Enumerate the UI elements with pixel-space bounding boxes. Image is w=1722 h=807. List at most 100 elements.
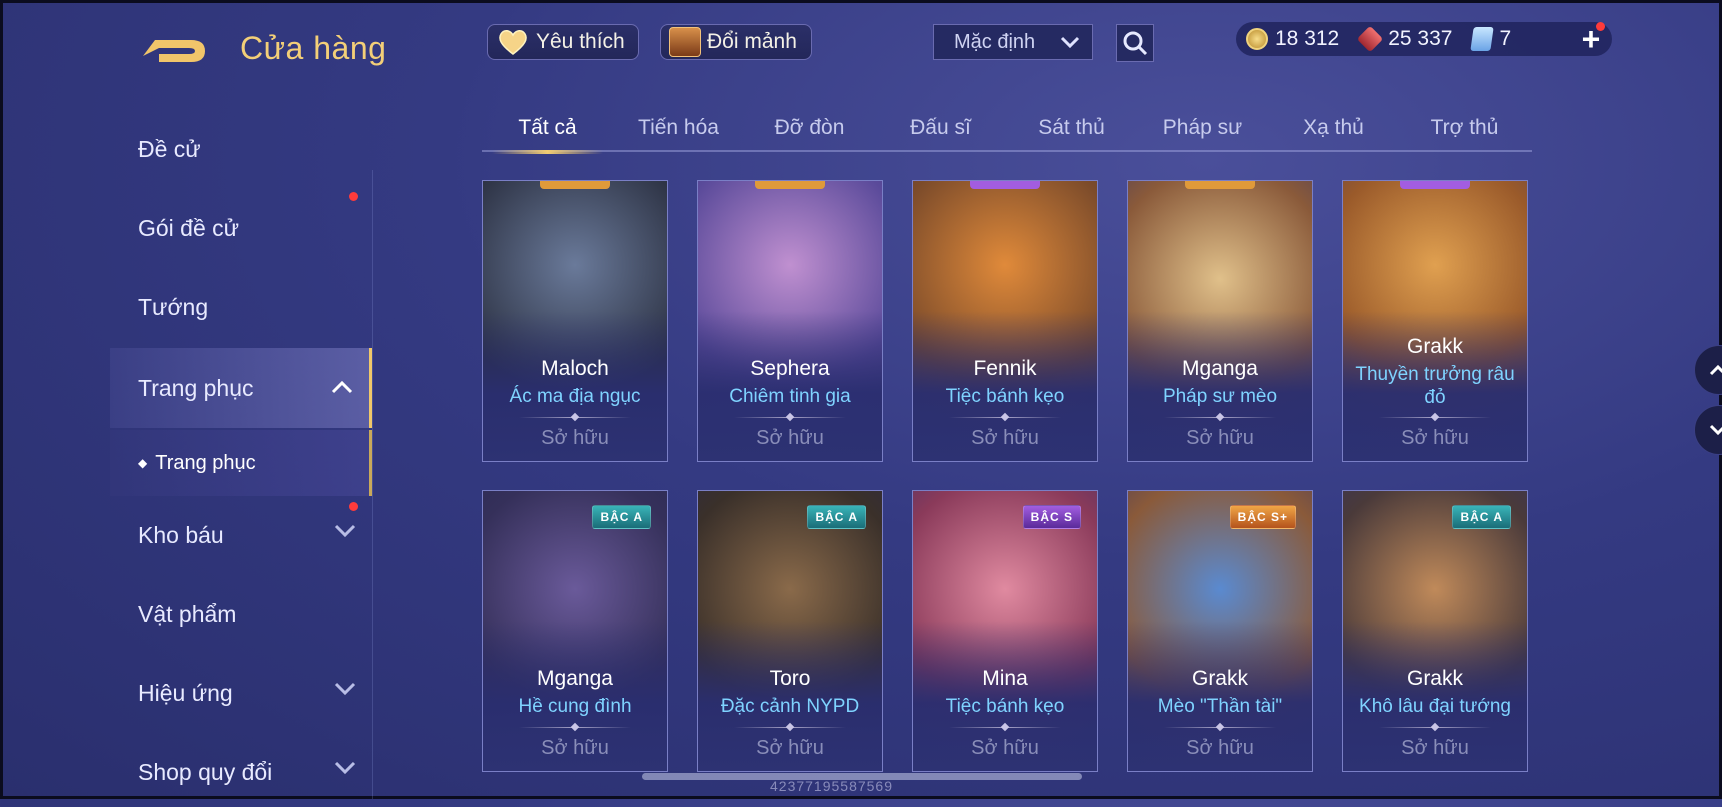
skin-card[interactable]: Sephera Chiêm tinh gia Sở hữu bbox=[697, 180, 883, 462]
hero-name: Mina bbox=[982, 667, 1028, 690]
hero-name: Mganga bbox=[1182, 357, 1258, 380]
tab-marksman[interactable]: Xạ thủ bbox=[1268, 104, 1399, 152]
chevron-up-icon bbox=[1709, 364, 1722, 376]
sidebar-item-label: Đề cử bbox=[138, 135, 201, 162]
tab-support[interactable]: Trợ thủ bbox=[1399, 104, 1530, 152]
owned-status: Sở hữu bbox=[756, 427, 824, 449]
favorites-button[interactable]: Yêu thích bbox=[487, 24, 639, 60]
sidebar-item-featured-packs[interactable]: Gói đề cử bbox=[110, 192, 372, 263]
sidebar-item-exchange-shop[interactable]: Shop quy đổi bbox=[110, 737, 372, 807]
skin-name: Thuyền trưởng râu đỏ bbox=[1355, 364, 1515, 408]
skin-name: Tiệc bánh kẹo bbox=[945, 386, 1065, 407]
skin-name: Mèo "Thần tài" bbox=[1157, 696, 1283, 717]
sidebar-item-label: Kho báu bbox=[138, 521, 224, 548]
scroll-up-button[interactable] bbox=[1694, 345, 1722, 395]
skin-name: Khô lâu đại tướng bbox=[1359, 696, 1511, 717]
skin-name: Tiệc bánh kẹo bbox=[945, 696, 1065, 717]
tab-mage[interactable]: Pháp sư bbox=[1137, 104, 1268, 152]
chevron-up-icon bbox=[331, 380, 353, 394]
gem-icon bbox=[1357, 25, 1384, 53]
hero-name: Grakk bbox=[1406, 667, 1463, 690]
card-divider bbox=[1164, 417, 1276, 418]
exchange-shards-button[interactable]: Đổi mảnh bbox=[660, 24, 812, 60]
chest-icon bbox=[669, 27, 701, 57]
owned-status: Sở hữu bbox=[971, 737, 1039, 759]
sidebar-item-items[interactable]: Vật phẩm bbox=[110, 579, 372, 649]
tier-badge: BẬC S+ bbox=[1229, 505, 1296, 529]
exchange-label: Đổi mảnh bbox=[707, 30, 797, 53]
owned-status: Sở hữu bbox=[541, 737, 609, 759]
skin-card[interactable]: Maloch Ác ma địa ngục Sở hữu bbox=[482, 180, 668, 462]
notification-dot bbox=[1596, 22, 1605, 31]
sidebar-item-featured[interactable]: Đề cử bbox=[110, 114, 372, 184]
gem-amount: 25 337 bbox=[1388, 27, 1453, 50]
hero-name: Sephera bbox=[750, 357, 830, 380]
search-icon bbox=[1123, 31, 1148, 56]
sidebar-item-label: Vật phẩm bbox=[138, 600, 237, 627]
tab-fighter[interactable]: Đấu sĩ bbox=[875, 104, 1006, 152]
hero-name: Toro bbox=[769, 667, 811, 690]
tier-badge: BẬC A bbox=[592, 505, 651, 529]
sidebar-item-treasure[interactable]: Kho báu bbox=[110, 500, 372, 570]
card-divider bbox=[1164, 727, 1276, 728]
sort-dropdown[interactable]: Mặc định bbox=[933, 24, 1093, 60]
owned-status: Sở hữu bbox=[1186, 737, 1254, 759]
scroll-down-button[interactable] bbox=[1694, 405, 1722, 455]
skin-card[interactable]: BẬC S+ Grakk Mèo "Thần tài" Sở hữu bbox=[1127, 490, 1313, 772]
sidebar-item-label: Shop quy đổi bbox=[138, 758, 273, 785]
sidebar-item-heroes[interactable]: Tướng bbox=[110, 272, 372, 342]
sidebar-subitem-skins[interactable]: ◆ Trang phục bbox=[110, 430, 372, 496]
gold-amount: 18 312 bbox=[1275, 27, 1340, 50]
hero-name: Mganga bbox=[537, 667, 613, 690]
card-divider bbox=[734, 727, 846, 728]
notification-dot bbox=[349, 192, 358, 201]
tier-badge: BẬC A bbox=[807, 505, 866, 529]
tab-assassin[interactable]: Sát thủ bbox=[1006, 104, 1137, 152]
hero-name: Grakk bbox=[1406, 335, 1463, 358]
skin-name: Chiêm tinh gia bbox=[729, 386, 851, 407]
skin-card[interactable]: BẬC S Mina Tiệc bánh kẹo Sở hữu bbox=[912, 490, 1098, 772]
page-title: Cửa hàng bbox=[240, 30, 387, 66]
gold-coin-icon bbox=[1246, 28, 1268, 50]
skin-card[interactable]: Mganga Pháp sư mèo Sở hữu bbox=[1127, 180, 1313, 462]
card-divider bbox=[519, 727, 631, 728]
tab-evolution[interactable]: Tiến hóa bbox=[613, 104, 744, 152]
search-button[interactable] bbox=[1116, 24, 1154, 62]
card-divider bbox=[519, 417, 631, 418]
sidebar-item-skins[interactable]: Trang phục bbox=[110, 348, 372, 428]
hero-name: Grakk bbox=[1191, 667, 1248, 690]
tier-badge: BẬC A bbox=[1452, 505, 1511, 529]
card-divider bbox=[1379, 417, 1491, 418]
owned-status: Sở hữu bbox=[1401, 737, 1469, 759]
skin-card[interactable]: Grakk Thuyền trưởng râu đỏ Sở hữu bbox=[1342, 180, 1528, 462]
voucher-amount: 7 bbox=[1499, 27, 1512, 50]
skin-card[interactable]: BẬC A Grakk Khô lâu đại tướng Sở hữu bbox=[1342, 490, 1528, 772]
tab-all[interactable]: Tất cả bbox=[482, 104, 613, 154]
notification-dot bbox=[349, 502, 358, 511]
skin-name: Hề cung đình bbox=[518, 696, 632, 717]
skin-card[interactable]: Fennik Tiệc bánh kẹo Sở hữu bbox=[912, 180, 1098, 462]
card-divider bbox=[1379, 727, 1491, 728]
favorites-label: Yêu thích bbox=[536, 30, 625, 53]
skin-card[interactable]: BẬC A Toro Đặc cảnh NYPD Sở hữu bbox=[697, 490, 883, 772]
card-divider bbox=[734, 417, 846, 418]
skin-name: Pháp sư mèo bbox=[1162, 386, 1278, 407]
diamond-bullet-icon: ◆ bbox=[138, 456, 148, 470]
sidebar: Đề cử Gói đề cử Tướng Trang phục ◆ Trang … bbox=[110, 100, 372, 799]
tab-tank[interactable]: Đỡ đòn bbox=[744, 104, 875, 152]
back-button[interactable] bbox=[138, 28, 210, 68]
sidebar-item-label: Tướng bbox=[138, 293, 209, 320]
card-divider bbox=[949, 727, 1061, 728]
chevron-down-icon bbox=[1709, 424, 1722, 436]
owned-status: Sở hữu bbox=[1186, 427, 1254, 449]
card-divider bbox=[949, 417, 1061, 418]
owned-status: Sở hữu bbox=[756, 737, 824, 759]
owned-status: Sở hữu bbox=[541, 427, 609, 449]
chevron-down-icon bbox=[1060, 36, 1080, 48]
tier-badge: BẬC S bbox=[1022, 505, 1081, 529]
sidebar-item-effects[interactable]: Hiệu ứng bbox=[110, 658, 372, 728]
skin-grid: Maloch Ác ma địa ngục Sở hữu Sephera Chi… bbox=[482, 180, 1532, 799]
sidebar-item-label: Gói đề cử bbox=[138, 214, 240, 241]
hero-name: Maloch bbox=[541, 357, 609, 380]
skin-card[interactable]: BẬC A Mganga Hề cung đình Sở hữu bbox=[482, 490, 668, 772]
